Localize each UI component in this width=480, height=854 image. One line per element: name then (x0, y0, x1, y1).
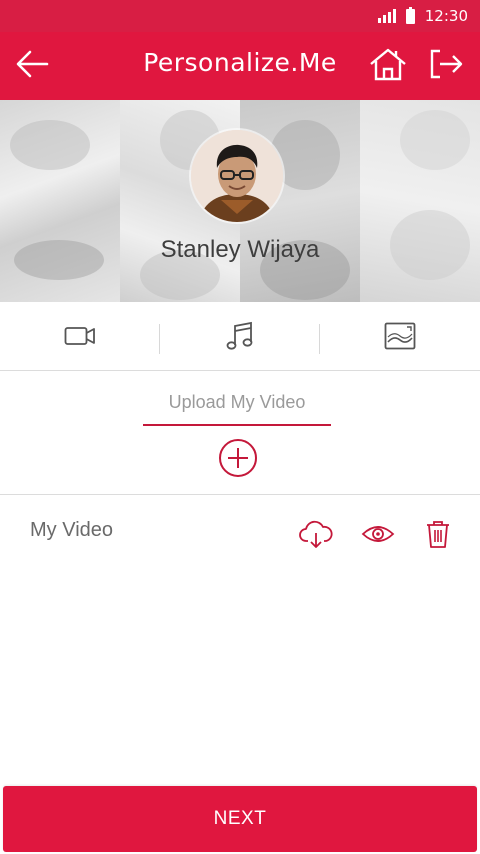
cover-tile (0, 100, 120, 302)
download-button[interactable] (296, 516, 336, 552)
profile-name: Stanley Wijaya (160, 236, 320, 263)
tab-image[interactable] (320, 302, 480, 370)
preview-button[interactable] (358, 516, 398, 552)
section-divider (0, 494, 480, 495)
status-indicators: 12:30 (377, 0, 468, 32)
avatar-photo (191, 130, 283, 222)
cloud-download-icon (299, 520, 333, 548)
media-tabs (0, 302, 480, 371)
status-bar: 12:30 (0, 0, 480, 32)
tab-video[interactable] (0, 302, 160, 370)
home-icon (370, 48, 406, 81)
app-bar: Personalize.Me (0, 32, 480, 100)
signal-icon (377, 9, 396, 23)
plus-circle-icon (219, 439, 257, 477)
arrow-left-icon (16, 50, 49, 78)
tab-music[interactable] (160, 302, 320, 370)
upload-video-field[interactable]: Upload My Video (143, 388, 331, 426)
delete-button[interactable] (418, 516, 458, 552)
logout-icon (430, 49, 463, 79)
video-camera-icon (64, 327, 95, 345)
music-note-icon (226, 321, 253, 350)
trash-icon (427, 521, 449, 548)
image-icon (384, 322, 416, 350)
cover-tile (360, 100, 480, 302)
home-button[interactable] (366, 42, 410, 86)
back-button[interactable] (10, 42, 54, 86)
avatar (191, 130, 283, 222)
video-row-label: My Video (30, 519, 114, 541)
next-button[interactable]: NEXT (3, 786, 477, 852)
battery-icon (405, 6, 415, 24)
status-time: 12:30 (424, 7, 468, 25)
logout-button[interactable] (424, 42, 468, 86)
eye-icon (361, 526, 395, 542)
add-video-button[interactable] (218, 438, 258, 478)
